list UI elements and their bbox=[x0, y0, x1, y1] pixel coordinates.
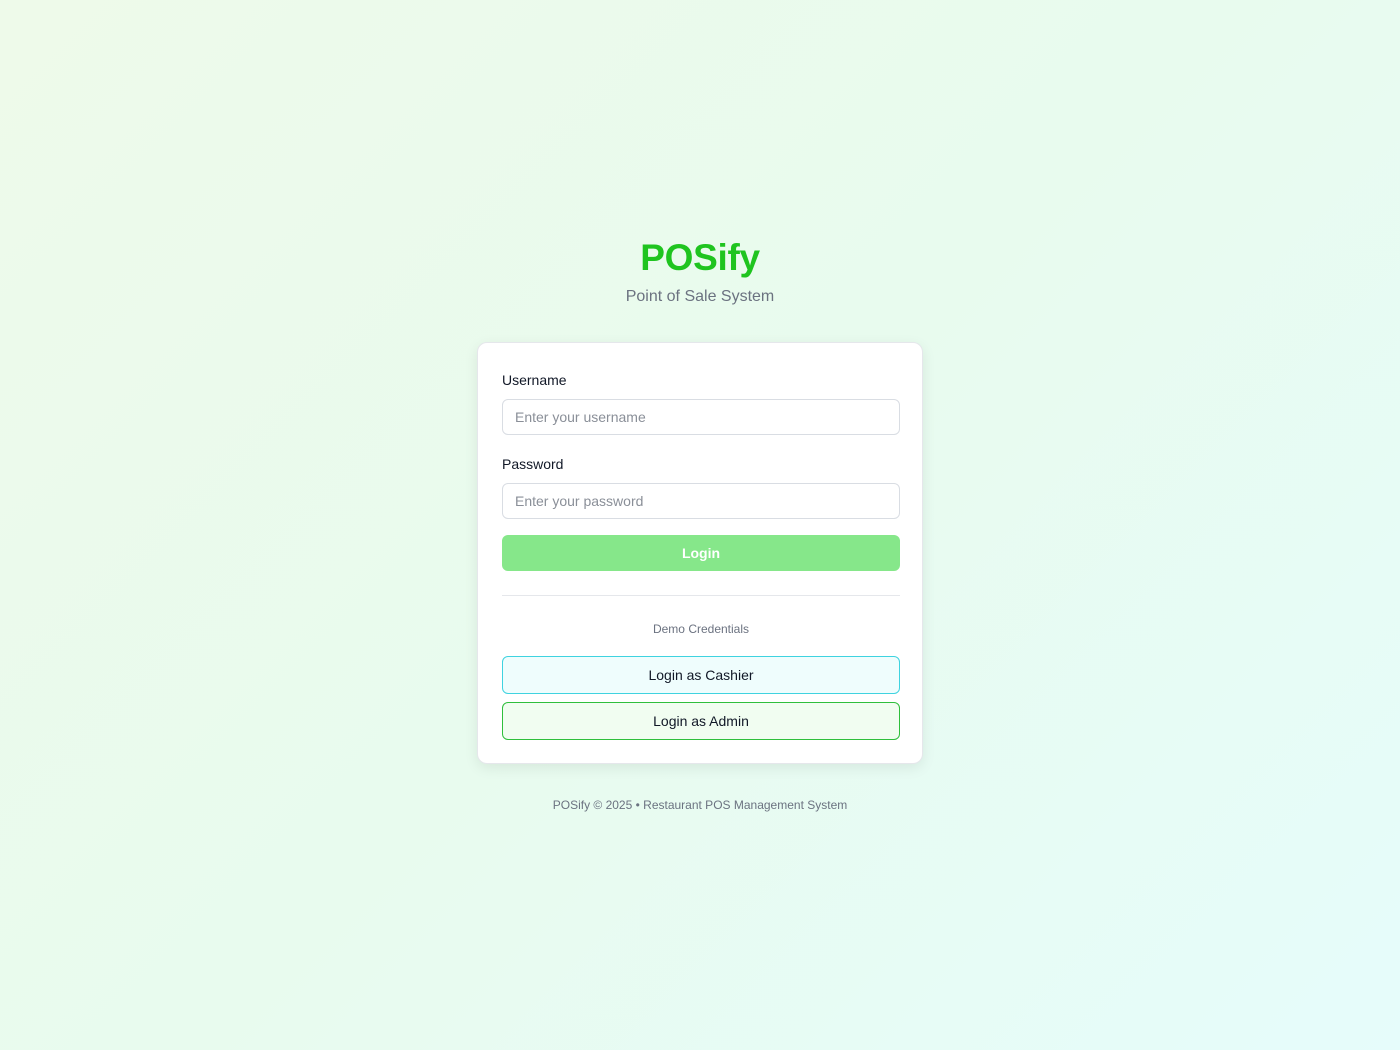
username-input[interactable] bbox=[502, 399, 900, 435]
demo-credentials-label: Demo Credentials bbox=[652, 622, 750, 636]
app-title: POSify bbox=[640, 237, 760, 278]
footer-text: POSify © 2025 • Restaurant POS Managemen… bbox=[552, 798, 848, 812]
password-input[interactable] bbox=[502, 483, 900, 519]
divider bbox=[502, 595, 900, 596]
app-subtitle: Point of Sale System bbox=[625, 288, 775, 305]
login-card: Username Password Login Demo Credentials… bbox=[477, 342, 923, 764]
login-button[interactable]: Login bbox=[502, 535, 900, 571]
login-as-admin-button[interactable]: Login as Admin bbox=[502, 702, 900, 740]
login-as-cashier-button[interactable]: Login as Cashier bbox=[502, 656, 900, 694]
password-label: Password bbox=[502, 456, 564, 472]
username-label: Username bbox=[502, 372, 567, 388]
